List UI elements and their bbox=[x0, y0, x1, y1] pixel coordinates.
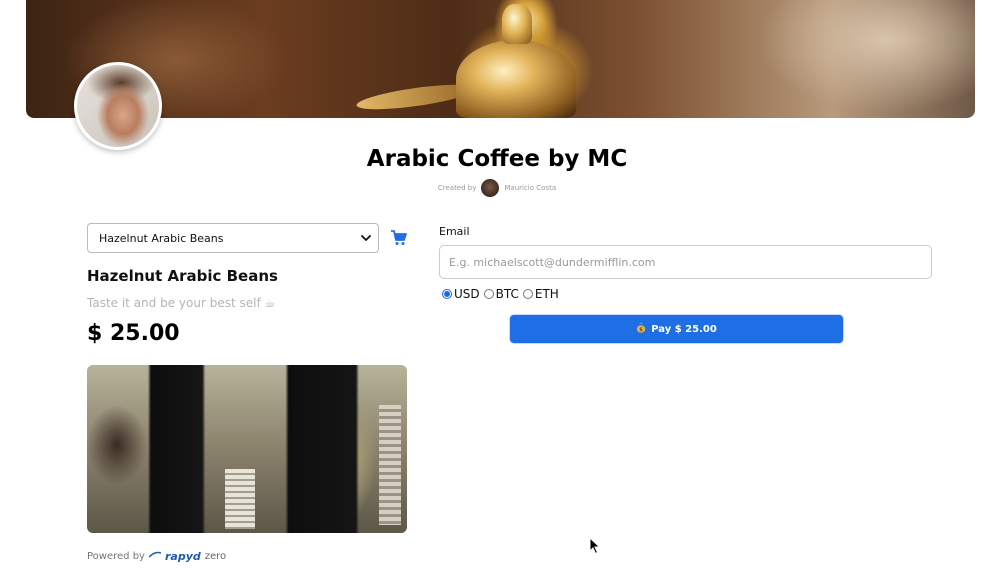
powered-by-label: Powered by bbox=[87, 551, 145, 562]
money-bag-icon: $ bbox=[636, 322, 646, 336]
currency-label-btc: BTC bbox=[495, 287, 519, 301]
brand-name: rapyd bbox=[164, 550, 201, 563]
powered-by: Powered by rapyd zero bbox=[87, 550, 226, 563]
creator-mini-avatar bbox=[481, 179, 500, 197]
product-select-value: Hazelnut Arabic Beans bbox=[99, 231, 224, 245]
product-price: $ 25.00 bbox=[87, 321, 180, 346]
mouse-cursor-icon bbox=[589, 536, 601, 555]
radio-checked-icon[interactable] bbox=[442, 289, 452, 299]
banner-lid bbox=[502, 4, 532, 44]
creator-avatar bbox=[74, 62, 162, 150]
photo-stack bbox=[225, 469, 255, 529]
photo-shelf bbox=[379, 405, 401, 525]
banner-image bbox=[26, 0, 975, 118]
currency-label-eth: ETH bbox=[534, 287, 559, 301]
product-photo bbox=[87, 365, 407, 533]
cart-icon[interactable] bbox=[390, 229, 408, 247]
banner-pot bbox=[456, 40, 576, 118]
creator-name: Mauricio Costa bbox=[504, 184, 557, 192]
chevron-down-icon bbox=[360, 232, 372, 244]
page-title: Arabic Coffee by MC bbox=[366, 146, 628, 172]
brand-suffix: zero bbox=[204, 551, 227, 562]
pay-button[interactable]: $ Pay $ 25.00 bbox=[510, 315, 843, 343]
product-name: Hazelnut Arabic Beans bbox=[87, 267, 278, 285]
created-by-label: Created by bbox=[437, 184, 477, 192]
radio-unchecked-icon[interactable] bbox=[483, 289, 494, 299]
payment-page: Arabic Coffee by MC Created by Mauricio … bbox=[0, 0, 994, 568]
product-description: Taste it and be your best self ☕ bbox=[87, 296, 276, 310]
pay-button-label: Pay $ 25.00 bbox=[651, 323, 717, 335]
currency-option-usd[interactable]: USD bbox=[442, 287, 480, 301]
currency-option-btc[interactable]: BTC bbox=[483, 287, 519, 301]
email-field[interactable] bbox=[439, 245, 932, 279]
svg-text:$: $ bbox=[639, 327, 643, 333]
creator-line: Created by Mauricio Costa bbox=[0, 179, 994, 197]
radio-unchecked-icon[interactable] bbox=[522, 289, 533, 299]
currency-label-usd: USD bbox=[454, 287, 480, 301]
rapyd-logo-icon bbox=[148, 551, 162, 562]
currency-option-eth[interactable]: ETH bbox=[522, 287, 559, 301]
product-select[interactable]: Hazelnut Arabic Beans bbox=[87, 223, 379, 253]
currency-selector: USD BTC ETH bbox=[442, 287, 561, 301]
email-label: Email bbox=[439, 225, 470, 238]
